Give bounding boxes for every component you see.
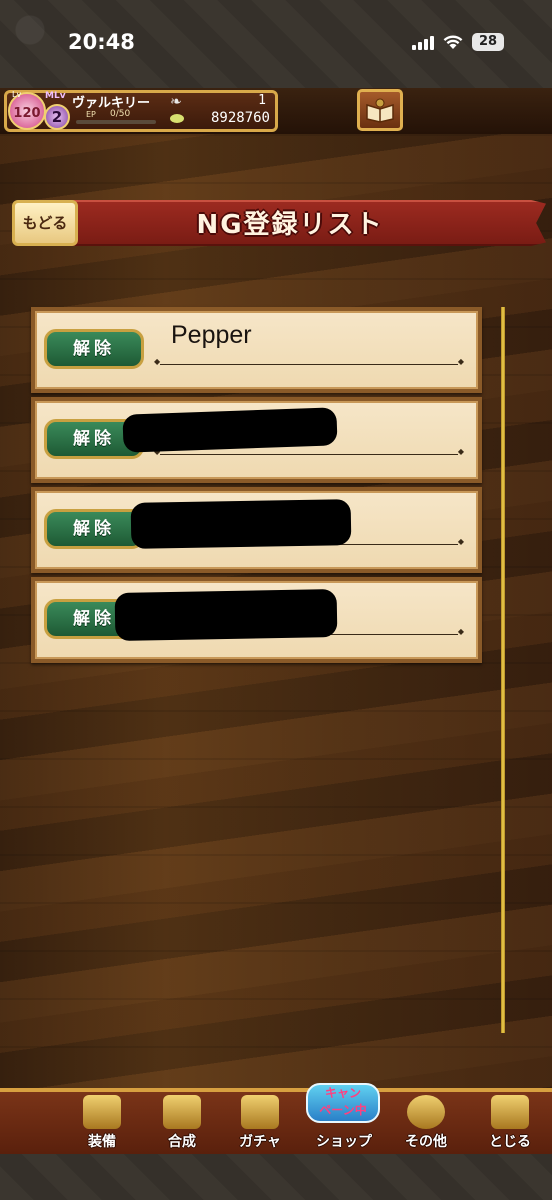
release-button[interactable]: 解除 — [44, 509, 144, 549]
wifi-icon — [443, 35, 463, 49]
battery-indicator: 28 — [472, 33, 504, 51]
gold-count: 8928760 — [210, 110, 270, 126]
menu-book-button[interactable] — [357, 89, 403, 131]
menu-label: その他 — [405, 1134, 447, 1150]
redacted-name — [122, 407, 338, 453]
scrollbar[interactable] — [501, 307, 505, 1033]
menu-close[interactable]: とじる — [474, 1095, 546, 1153]
level-tag: Lv — [12, 90, 22, 99]
list-item: 解除 — [31, 397, 482, 483]
menu-label: とじる — [489, 1134, 531, 1150]
menu-synthesis[interactable]: 合成 — [146, 1095, 218, 1153]
menu-label: ショップ — [316, 1134, 372, 1150]
ep-value: 0/50 — [110, 109, 131, 119]
mlevel-tag: MLv — [45, 91, 66, 101]
redacted-name — [130, 499, 352, 549]
redacted-name — [114, 589, 338, 641]
ep-label: EP — [86, 110, 96, 119]
menu-gacha[interactable]: ガチャ — [224, 1095, 296, 1153]
equipment-icon — [83, 1095, 121, 1129]
menu-label: 装備 — [88, 1134, 116, 1150]
menu-label: 合成 — [168, 1134, 196, 1150]
gears-icon — [407, 1095, 445, 1129]
divider-line — [154, 447, 464, 456]
list-item: 解除 — [31, 577, 482, 663]
back-button[interactable]: もどる — [12, 200, 78, 246]
list-item: 解除 Pepper — [31, 307, 482, 393]
close-icon — [491, 1095, 529, 1129]
book-icon — [366, 98, 394, 123]
feather-icon: ❧ — [170, 94, 182, 110]
feather-count: 1 — [258, 93, 266, 108]
user-name: Pepper — [171, 321, 252, 349]
gacha-icon — [241, 1095, 279, 1129]
cellular-signal-icon — [412, 34, 434, 50]
ep-progress-bar — [76, 120, 156, 124]
hammer-icon — [163, 1095, 201, 1129]
menu-other[interactable]: その他 — [390, 1095, 462, 1153]
coin-icon — [170, 114, 184, 123]
bottom-pattern — [0, 1154, 552, 1200]
system-icons: 28 — [412, 33, 504, 51]
menu-equipment[interactable]: 装備 — [66, 1095, 138, 1153]
mlevel-badge: 2 — [44, 104, 70, 130]
menu-label: ガチャ — [239, 1134, 281, 1150]
release-button[interactable]: 解除 — [44, 329, 144, 369]
divider-line — [154, 357, 464, 366]
campaign-label: キャン ペーン中 — [319, 1086, 367, 1117]
status-time: 20:48 — [68, 30, 135, 54]
page-title: NG登録リスト — [196, 210, 384, 240]
list-item: 解除 — [31, 487, 482, 573]
campaign-badge[interactable]: キャン ペーン中 — [306, 1083, 380, 1123]
